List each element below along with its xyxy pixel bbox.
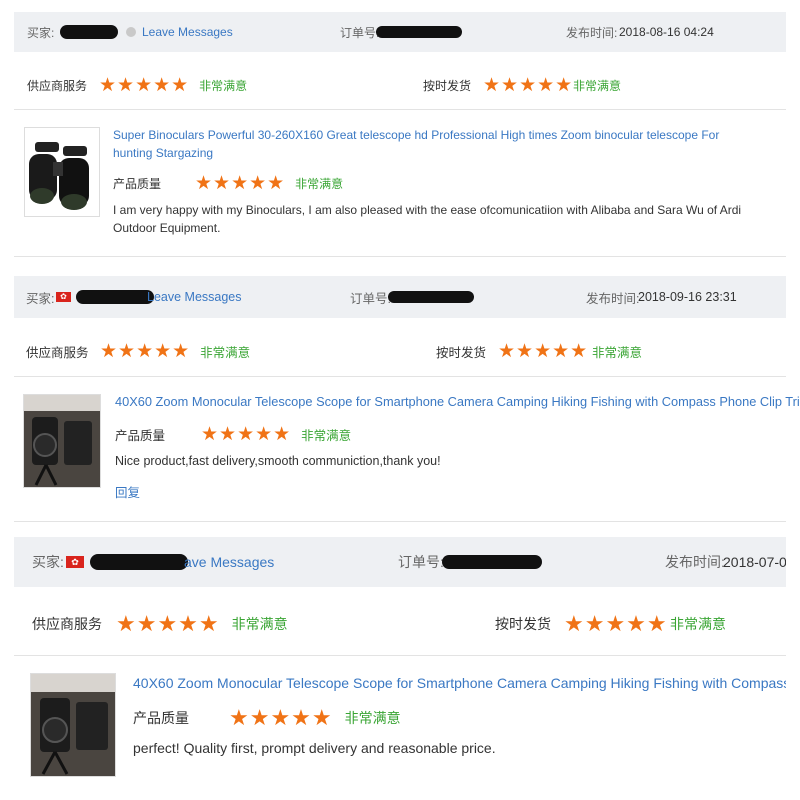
product-title-link[interactable]: Super Binoculars Powerful 30-260X160 Gre… xyxy=(113,126,733,162)
divider xyxy=(14,655,786,656)
product-quality-rating: 非常满意 xyxy=(301,429,352,443)
product-thumbnail[interactable] xyxy=(23,394,101,488)
leave-messages-link[interactable]: Leave Messages xyxy=(142,25,233,39)
product-title-link[interactable]: 40X60 Zoom Monocular Telescope Scope for… xyxy=(133,675,786,691)
supplier-service-rating: 非常满意 xyxy=(200,346,251,360)
on-time-shipping-stars: ★★★★★ xyxy=(483,75,574,96)
product-quality-row: 产品质量 ★★★★★ 非常满意 xyxy=(113,172,343,195)
review-comment: perfect! Quality first, prompt delivery … xyxy=(133,740,496,756)
hong-kong-flag-icon: ✿ xyxy=(56,292,71,302)
order-number-redacted xyxy=(376,26,462,38)
product-quality-label: 产品质量 xyxy=(113,177,162,191)
product-quality-stars: ★★★★★ xyxy=(201,424,292,445)
review-comment: I am very happy with my Binoculars, I am… xyxy=(113,203,742,235)
divider xyxy=(14,256,786,257)
review-header: 买家: Leave Messages 订单号: 发布时间: 2018-08-16… xyxy=(14,12,786,52)
divider xyxy=(14,521,786,522)
post-time: 2018-08-16 04:24 xyxy=(619,25,714,39)
supplier-service-row: 供应商服务 ★★★★★ 非常满意 按时发货 ★★★★★ 非常满意 xyxy=(27,74,787,97)
supplier-service-label: 供应商服务 xyxy=(27,79,88,93)
post-time-label: 发布时间: xyxy=(665,554,725,570)
on-time-shipping-rating: 非常满意 xyxy=(670,616,726,632)
review-card-1: 买家: Leave Messages 订单号: 发布时间: 2018-08-16… xyxy=(14,12,786,257)
supplier-service-label: 供应商服务 xyxy=(26,346,89,360)
monocular-telescope-image xyxy=(31,674,115,776)
supplier-service-stars: ★★★★★ xyxy=(99,75,190,96)
on-time-shipping-stars: ★★★★★ xyxy=(564,611,668,636)
hong-kong-flag-icon: ✿ xyxy=(66,556,84,568)
review-header: 买家: ✿ ave Messages 订单号: 发布时间: 2018-07-05 xyxy=(14,537,786,587)
monocular-telescope-image xyxy=(24,395,100,487)
product-quality-row: 产品质量 ★★★★★ 非常满意 xyxy=(133,705,401,731)
review-card-2: 买家: ✿ Leave Messages 订单号: 发布时间: 2018-09-… xyxy=(14,276,800,522)
on-time-shipping-rating: 非常满意 xyxy=(592,346,643,360)
post-time-label: 发布时间: xyxy=(566,25,618,40)
order-no-label: 订单号: xyxy=(350,291,391,306)
on-time-shipping-label: 按时发货 xyxy=(495,616,551,632)
product-thumbnail[interactable] xyxy=(30,673,116,777)
message-icon[interactable] xyxy=(126,27,136,37)
product-title-link[interactable]: 40X60 Zoom Monocular Telescope Scope for… xyxy=(115,394,800,409)
supplier-service-rating: 非常满意 xyxy=(231,616,288,632)
on-time-shipping-label: 按时发货 xyxy=(436,346,487,360)
order-number-redacted xyxy=(388,291,474,303)
order-number-redacted xyxy=(442,555,542,569)
leave-messages-link[interactable]: ave Messages xyxy=(184,554,274,570)
product-quality-rating: 非常满意 xyxy=(295,177,344,191)
on-time-shipping-stars: ★★★★★ xyxy=(498,341,589,362)
buyer-label: 买家: xyxy=(27,25,55,40)
buyer-label: 买家: xyxy=(26,291,55,306)
order-no-label: 订单号: xyxy=(398,554,444,570)
product-quality-label: 产品质量 xyxy=(115,429,166,443)
supplier-service-rating: 非常满意 xyxy=(199,79,248,93)
review-comment: Nice product,fast delivery,smooth commun… xyxy=(115,454,441,468)
leave-messages-link[interactable]: Leave Messages xyxy=(147,290,242,304)
reply-link[interactable]: 回复 xyxy=(115,482,140,501)
supplier-service-label: 供应商服务 xyxy=(32,616,102,632)
product-quality-stars: ★★★★★ xyxy=(229,705,333,730)
buyer-name-redacted xyxy=(76,290,154,304)
post-time: 2018-09-16 23:31 xyxy=(638,290,737,304)
divider xyxy=(14,109,786,110)
buyer-label: 买家: xyxy=(32,554,64,570)
buyer-name-redacted xyxy=(60,25,118,39)
supplier-service-stars: ★★★★★ xyxy=(100,341,191,362)
supplier-service-row: 供应商服务 ★★★★★ 非常满意 按时发货 ★★★★★ 非常满意 xyxy=(32,611,786,637)
buyer-name-redacted xyxy=(90,554,188,570)
supplier-service-row: 供应商服务 ★★★★★ 非常满意 按时发货 ★★★★★ 非常满意 xyxy=(26,340,786,363)
divider xyxy=(14,376,786,377)
post-time: 2018-07-05 xyxy=(723,554,786,570)
post-time-label: 发布时间: xyxy=(586,291,640,306)
on-time-shipping-rating: 非常满意 xyxy=(573,79,622,93)
review-header: 买家: ✿ Leave Messages 订单号: 发布时间: 2018-09-… xyxy=(14,276,786,318)
review-card-3: 买家: ✿ ave Messages 订单号: 发布时间: 2018-07-05… xyxy=(14,537,786,800)
on-time-shipping-label: 按时发货 xyxy=(423,79,472,93)
order-no-label: 订单号: xyxy=(340,25,380,40)
supplier-service-stars: ★★★★★ xyxy=(116,611,220,636)
product-quality-stars: ★★★★★ xyxy=(195,173,286,194)
binoculars-image xyxy=(29,142,89,210)
product-quality-row: 产品质量 ★★★★★ 非常满意 xyxy=(115,423,351,446)
product-quality-label: 产品质量 xyxy=(133,710,189,726)
product-quality-rating: 非常满意 xyxy=(344,710,401,726)
product-thumbnail[interactable] xyxy=(24,127,100,217)
